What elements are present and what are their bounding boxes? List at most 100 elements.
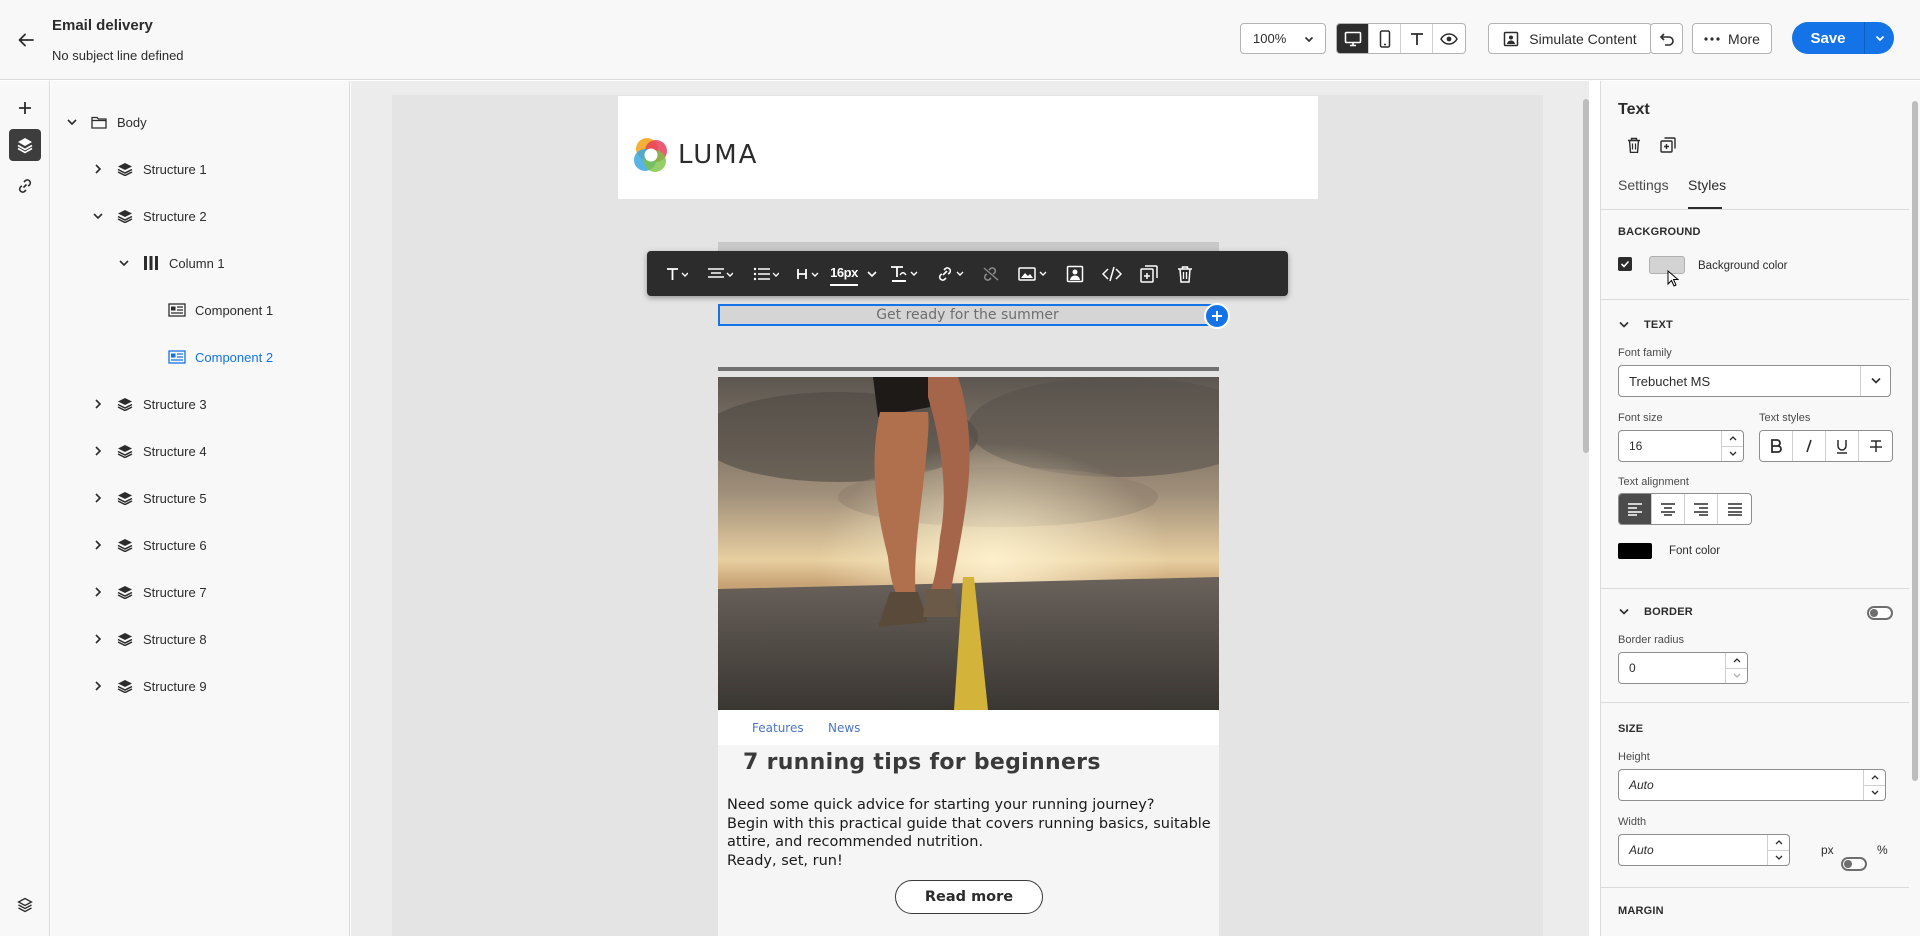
height-input[interactable]: Auto: [1618, 769, 1886, 801]
tree-node-structure-5[interactable]: Structure 5: [91, 483, 207, 513]
align-button[interactable]: [697, 251, 743, 296]
tree-node-component-2[interactable]: Component 2: [167, 342, 273, 372]
background-checkbox[interactable]: [1618, 257, 1632, 271]
tree-node-structure-3[interactable]: Structure 3: [91, 389, 207, 419]
tag-features-link[interactable]: Features: [752, 721, 804, 735]
tab-styles[interactable]: Styles: [1688, 177, 1726, 193]
zoom-select[interactable]: 100%: [1240, 23, 1326, 54]
back-button[interactable]: [12, 26, 40, 54]
height-stepper[interactable]: [1863, 770, 1885, 800]
tree-node-structure-2[interactable]: Structure 2: [91, 201, 207, 231]
italic-button[interactable]: [1793, 431, 1826, 461]
insert-link-button[interactable]: [927, 251, 973, 296]
unlink-button[interactable]: [973, 251, 1009, 296]
chevron-right-icon[interactable]: [91, 491, 105, 505]
delete-component-button[interactable]: [1622, 133, 1646, 157]
font-size-input[interactable]: 16: [1618, 430, 1744, 462]
chevron-right-icon[interactable]: [91, 585, 105, 599]
text-format-button[interactable]: [657, 251, 697, 296]
links-button[interactable]: [9, 170, 41, 202]
add-button[interactable]: [9, 92, 41, 124]
align-right-button[interactable]: [1685, 494, 1718, 524]
font-size-button[interactable]: 16px: [827, 251, 881, 296]
chevron-right-icon[interactable]: [91, 632, 105, 646]
underline-button[interactable]: [1826, 431, 1859, 461]
chevron-right-icon[interactable]: [91, 679, 105, 693]
increment-icon[interactable]: [1722, 431, 1743, 447]
scrollbar-thumb[interactable]: [1583, 99, 1589, 453]
personalization-button[interactable]: [1057, 251, 1093, 296]
source-code-button[interactable]: [1093, 251, 1131, 296]
strikethrough-button[interactable]: [1859, 431, 1892, 461]
bold-button[interactable]: [1760, 431, 1793, 461]
tag-news-link[interactable]: News: [828, 721, 860, 735]
chevron-down-icon[interactable]: [91, 209, 105, 223]
canvas-scrollbar[interactable]: [1583, 81, 1589, 936]
text-section-toggle[interactable]: TEXT: [1618, 319, 1673, 331]
navigation-tree-button[interactable]: [9, 129, 41, 161]
tree-node-structure-4[interactable]: Structure 4: [91, 436, 207, 466]
chevron-right-icon[interactable]: [91, 538, 105, 552]
width-unit-toggle[interactable]: [1841, 857, 1867, 871]
mobile-view-button[interactable]: [1369, 24, 1401, 53]
layers-settings-button[interactable]: [9, 889, 41, 921]
properties-scrollbar[interactable]: [1909, 81, 1920, 936]
list-button[interactable]: [743, 251, 789, 296]
more-button[interactable]: More: [1692, 23, 1772, 54]
undo-button[interactable]: [1650, 23, 1683, 54]
border-radius-input[interactable]: 0: [1618, 652, 1748, 684]
border-section-toggle[interactable]: BORDER: [1618, 606, 1693, 618]
tree-node-component-1[interactable]: Component 1: [167, 295, 273, 325]
decrement-icon[interactable]: [1726, 669, 1747, 684]
text-color-button[interactable]: [881, 251, 927, 296]
increment-icon[interactable]: [1768, 835, 1789, 851]
border-radius-stepper[interactable]: [1725, 653, 1747, 683]
tree-node-structure-1[interactable]: Structure 1: [91, 154, 207, 184]
align-center-button[interactable]: [1652, 494, 1685, 524]
save-button[interactable]: Save: [1792, 22, 1864, 54]
simulate-content-button[interactable]: Simulate Content: [1488, 23, 1652, 54]
font-size-stepper[interactable]: [1721, 431, 1743, 461]
tree-node-column-1[interactable]: Column 1: [117, 248, 225, 278]
hero-image-runner[interactable]: [718, 377, 1219, 710]
tree-node-body[interactable]: Body: [65, 107, 147, 137]
increment-icon[interactable]: [1864, 770, 1885, 786]
align-left-button[interactable]: [1619, 494, 1652, 524]
font-color-swatch[interactable]: [1618, 543, 1652, 559]
font-family-select[interactable]: Trebuchet MS: [1618, 365, 1891, 397]
chevron-right-icon[interactable]: [91, 162, 105, 176]
article-body[interactable]: Need some quick advice for starting your…: [727, 796, 1217, 870]
add-component-button[interactable]: [1204, 303, 1230, 329]
save-options-button[interactable]: [1864, 22, 1894, 54]
insert-image-button[interactable]: [1009, 251, 1057, 296]
decrement-icon[interactable]: [1768, 851, 1789, 866]
increment-icon[interactable]: [1726, 653, 1747, 669]
chevron-right-icon[interactable]: [91, 444, 105, 458]
preview-button[interactable]: [1433, 24, 1465, 53]
width-stepper[interactable]: [1767, 835, 1789, 865]
align-justify-button[interactable]: [1718, 494, 1751, 524]
chevron-down-icon[interactable]: [65, 115, 79, 129]
read-more-button[interactable]: Read more: [895, 880, 1043, 914]
chevron-down-icon[interactable]: [117, 256, 131, 270]
heading-button[interactable]: [789, 251, 827, 296]
scrollbar-thumb[interactable]: [1912, 101, 1918, 781]
decrement-icon[interactable]: [1864, 786, 1885, 801]
chevron-right-icon[interactable]: [91, 397, 105, 411]
article-title[interactable]: 7 running tips for beginners: [743, 750, 1101, 775]
tab-settings[interactable]: Settings: [1618, 177, 1669, 193]
tree-node-structure-6[interactable]: Structure 6: [91, 530, 207, 560]
duplicate-button[interactable]: [1131, 251, 1167, 296]
delete-button[interactable]: [1167, 251, 1203, 296]
desktop-view-button[interactable]: [1337, 24, 1369, 53]
tree-node-structure-8[interactable]: Structure 8: [91, 624, 207, 654]
tree-node-structure-9[interactable]: Structure 9: [91, 671, 207, 701]
selected-text-component[interactable]: Get ready for the summer: [718, 304, 1217, 326]
decrement-icon[interactable]: [1722, 447, 1743, 462]
duplicate-component-button[interactable]: [1656, 133, 1680, 157]
width-input[interactable]: Auto: [1618, 834, 1790, 866]
text-view-button[interactable]: [1401, 24, 1433, 53]
tree-node-structure-7[interactable]: Structure 7: [91, 577, 207, 607]
border-toggle[interactable]: [1867, 606, 1893, 620]
email-header-block[interactable]: LUMA: [618, 96, 1318, 199]
